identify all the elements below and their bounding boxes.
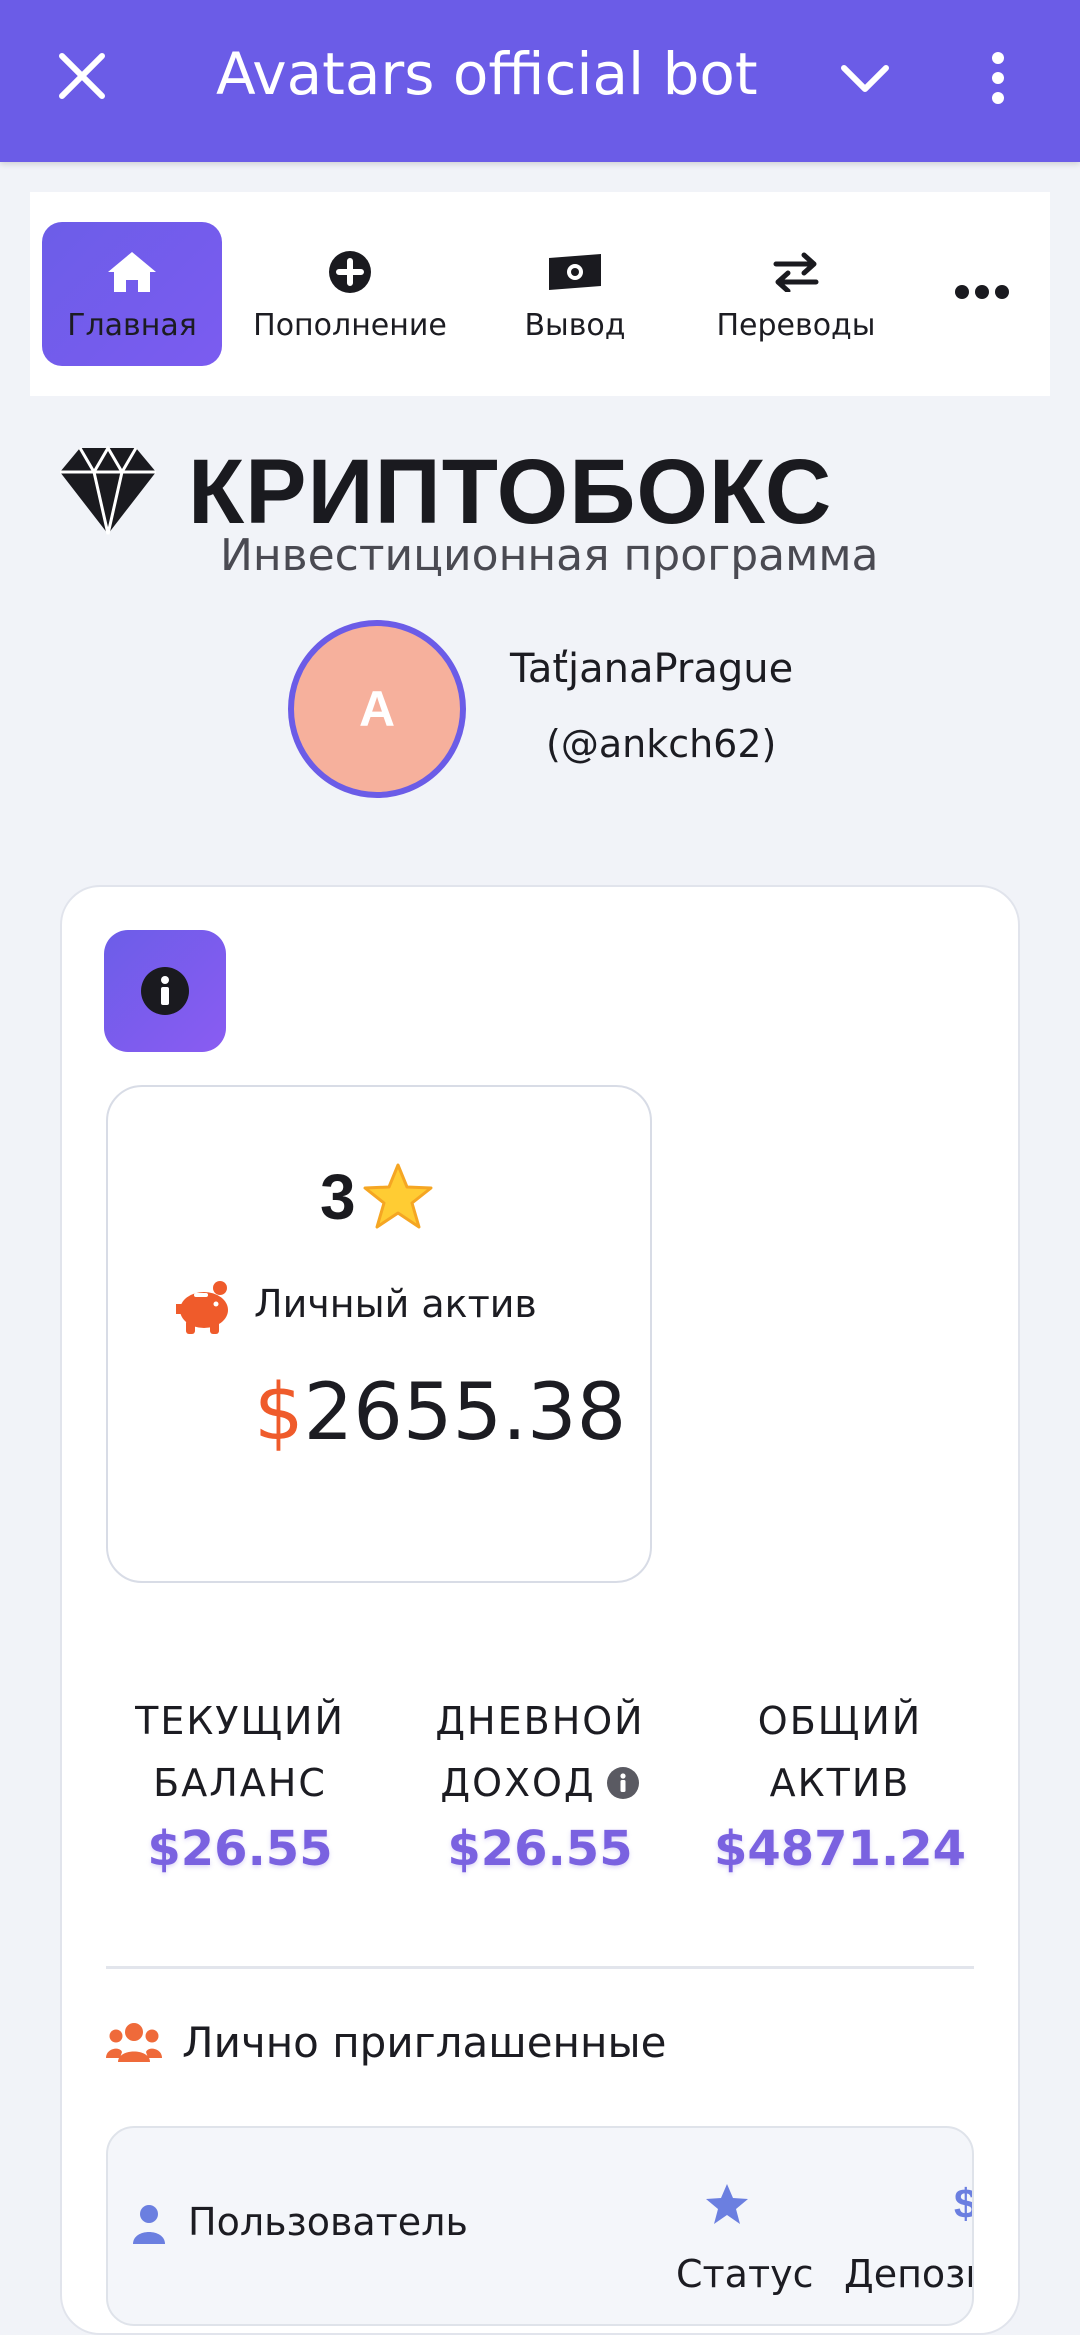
diamond-icon: [60, 446, 156, 535]
asset-value: $2655.38: [254, 1368, 626, 1458]
top-bar: Avatars official bot: [0, 0, 1080, 162]
plus-circle-icon: [328, 246, 372, 298]
nav-item-withdraw[interactable]: Вывод: [500, 222, 650, 366]
star-count: 3: [320, 1161, 356, 1233]
stat-value: $26.55: [147, 1821, 333, 1877]
stat-value: $4871.24: [713, 1821, 967, 1877]
nav-item-deposit[interactable]: Пополнение: [250, 222, 450, 366]
stat-label-line2: БАЛАНС: [153, 1761, 327, 1805]
star-rating: 3: [320, 1160, 434, 1234]
asset-amount: 2655.38: [303, 1368, 627, 1458]
stat-label-line1: ТЕКУЩИЙ: [135, 1699, 345, 1743]
stat-label-line1: ДНЕВНОЙ: [435, 1699, 645, 1743]
nav-item-transfers[interactable]: Переводы: [706, 222, 886, 366]
invited-table: Пользователь Статус $ Депози: [106, 2126, 974, 2326]
stat-label-line2: ДОХОД: [390, 1752, 690, 1814]
bot-title: Avatars official bot: [216, 40, 758, 108]
chevron-down-icon[interactable]: [838, 58, 892, 98]
dollar-icon: $: [954, 2180, 972, 2228]
column-header-user[interactable]: Пользователь: [188, 2200, 468, 2244]
user-icon: [133, 2205, 165, 2244]
more-vertical-icon[interactable]: [986, 50, 1010, 106]
nav-label-deposit: Пополнение: [253, 308, 447, 343]
transfer-icon: [772, 246, 820, 298]
stat-value: $26.55: [447, 1821, 633, 1877]
star-icon: [363, 1163, 433, 1229]
info-button[interactable]: [104, 930, 226, 1052]
invited-title: Лично приглашенные: [182, 2018, 667, 2067]
asset-label: Личный актив: [254, 1282, 537, 1326]
close-icon[interactable]: [56, 50, 108, 102]
column-header-status[interactable]: Статус: [676, 2252, 813, 2296]
currency-sign: $: [254, 1368, 304, 1458]
profile-handle: (@ankch62): [546, 722, 777, 766]
home-icon: [106, 246, 158, 298]
star-icon: [706, 2184, 748, 2224]
stat-total-asset: ОБЩИЙ АКТИВ $4871.24: [690, 1690, 990, 1884]
brand-subtitle: Инвестиционная программа: [220, 530, 879, 581]
avatar: A: [288, 620, 466, 798]
users-icon: [106, 2023, 162, 2062]
profile-name: TaťjanaPrague: [510, 646, 794, 692]
column-header-deposit[interactable]: Депози: [844, 2252, 972, 2296]
stat-label-line2: АКТИВ: [769, 1761, 911, 1805]
stat-label-line1: ОБЩИЙ: [757, 1699, 923, 1743]
nav-bar: Главная Пополнение Вывод Переводы: [30, 192, 1050, 396]
nav-item-home[interactable]: Главная: [42, 222, 222, 366]
stat-current-balance: ТЕКУЩИЙ БАЛАНС $26.55: [90, 1690, 390, 1884]
nav-label-home: Главная: [67, 308, 197, 343]
piggy-bank-icon: [176, 1281, 228, 1334]
info-icon[interactable]: [606, 1766, 640, 1800]
nav-label-withdraw: Вывод: [524, 308, 626, 343]
nav-label-transfers: Переводы: [716, 308, 876, 343]
money-icon: [547, 246, 603, 298]
divider: [106, 1966, 974, 1969]
ellipsis-icon[interactable]: [954, 282, 1010, 302]
stat-daily-income: ДНЕВНОЙ ДОХОД $26.55: [390, 1690, 690, 1884]
info-icon: [141, 967, 189, 1015]
